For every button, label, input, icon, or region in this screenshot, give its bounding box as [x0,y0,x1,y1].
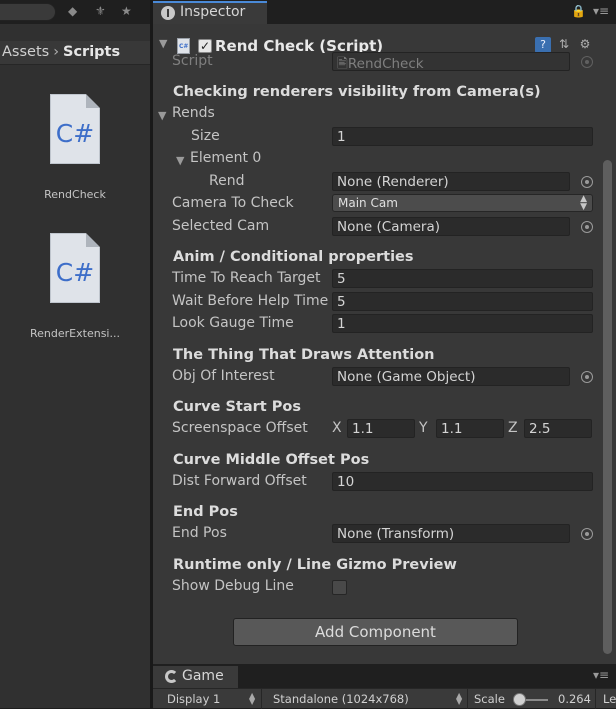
inspector-panel: ▼ C# ✓ Rend Check (Script) ? ⇅ ⚙ Script … [153,24,616,664]
show-debug-label: Show Debug Line [172,578,294,594]
y-axis-label[interactable]: Y [419,420,428,436]
rend-field[interactable]: None (Renderer) [332,172,570,191]
project-toolbar: ◆ ⚜ ★ [0,0,150,24]
object-picker-icon[interactable] [581,371,593,383]
element-0-label[interactable]: Element 0 [190,150,261,166]
section-header: The Thing That Draws Attention [173,347,435,363]
scale-slider-knob[interactable] [513,693,526,706]
offset-x-input[interactable]: 1.1 [347,419,415,438]
toolbar-divider [595,689,596,709]
rend-label: Rend [209,173,245,189]
resolution-dropdown[interactable]: Standalone (1024x768) [273,692,409,706]
dropdown-arrows-icon: ▲ ▼ [249,691,256,706]
offset-y-input[interactable]: 1.1 [436,419,504,438]
breadcrumb-assets[interactable]: Assets [2,44,49,60]
tab-inspector[interactable]: Inspector [153,1,267,24]
scale-value: 0.264 [558,692,591,706]
z-axis-label[interactable]: Z [508,420,518,436]
show-debug-checkbox[interactable] [332,580,347,595]
wait-before-help-label: Wait Before Help Time [172,293,329,309]
size-label: Size [191,128,220,144]
selected-cam-field[interactable]: None (Camera) [332,217,570,236]
component-enabled-checkbox[interactable]: ✓ [198,39,212,53]
file-item[interactable]: C# RendCheck [0,94,150,201]
script-field: 🖹RendCheck [332,52,570,71]
obj-of-interest-label: Obj Of Interest [172,368,275,384]
truncated-toolbar-item[interactable]: Le [603,692,616,706]
presets-icon[interactable]: ⇅ [556,37,572,53]
scale-label: Scale [474,692,505,706]
dropdown-arrows-icon: ▲ ▼ [456,691,463,706]
object-picker-icon[interactable] [581,528,593,540]
tab-game-label: Game [182,668,224,684]
filter-by-type-icon[interactable]: ◆ [68,4,77,18]
toolbar-divider [261,689,262,709]
info-icon [161,6,175,20]
favorite-star-icon[interactable]: ★ [121,4,132,18]
camera-to-check-label: Camera To Check [172,195,294,211]
file-name: RendCheck [44,188,106,201]
object-picker-icon[interactable] [581,221,593,233]
dropdown-arrows-icon: ▲ ▼ [580,194,587,212]
add-component-button[interactable]: Add Component [233,618,518,646]
section-header: Curve Start Pos [173,399,301,415]
project-search-input[interactable] [0,3,56,21]
x-axis-label[interactable]: X [332,420,342,436]
help-icon[interactable]: ? [535,37,551,53]
csharp-script-icon: C# [50,233,100,303]
game-tabbar: Game ▾≡ [153,664,616,688]
object-picker-icon [581,56,593,68]
chevron-right-icon: › [53,44,60,60]
section-header: End Pos [173,504,238,520]
lock-icon[interactable]: 🔒 [571,4,586,18]
section-header: Runtime only / Line Gizmo Preview [173,557,457,573]
toolbar-divider [467,689,468,709]
wait-before-help-input[interactable]: 5 [332,292,593,311]
object-picker-icon[interactable] [581,176,593,188]
dist-forward-input[interactable]: 10 [332,472,593,491]
file-item[interactable]: C# RenderExtensi... [0,233,150,340]
foldout-arrow-icon[interactable]: ▼ [158,109,166,122]
script-icon: C# [177,38,190,54]
size-input[interactable]: 1 [332,127,593,146]
display-dropdown[interactable]: Display 1 [167,692,220,706]
file-name: RenderExtensi... [30,327,120,340]
project-panel: ◆ ⚜ ★ Assets › Scripts C# RendCheck C# Ren… [0,0,150,708]
script-file-icon: 🖹 [337,56,348,71]
section-header: Checking renderers visibility from Camer… [173,84,541,100]
look-gauge-input[interactable]: 1 [332,314,593,333]
filter-by-label-icon[interactable]: ⚜ [95,4,106,18]
gear-icon[interactable]: ⚙ [577,37,593,53]
pacman-game-icon [165,670,178,683]
look-gauge-label: Look Gauge Time [172,315,294,331]
tab-menu-icon[interactable]: ▾≡ [593,4,609,18]
game-toolbar: Display 1 ▲ ▼ Standalone (1024x768) ▲ ▼ Sc… [153,688,616,709]
screenspace-offset-label: Screenspace Offset [172,420,308,436]
foldout-arrow-icon[interactable]: ▼ [176,154,184,167]
inspector-tabbar: Inspector 🔒 ▾≡ [153,0,616,24]
time-to-reach-label: Time To Reach Target [172,270,321,286]
tab-inspector-label: Inspector [180,4,246,20]
offset-z-input[interactable]: 2.5 [524,419,592,438]
section-header: Curve Middle Offset Pos [173,452,370,468]
selected-cam-label: Selected Cam [172,218,270,234]
tab-game[interactable]: Game [153,666,238,688]
dist-forward-label: Dist Forward Offset [172,473,307,489]
section-header: Anim / Conditional properties [173,249,414,265]
end-pos-field[interactable]: None (Transform) [332,524,570,543]
csharp-script-icon: C# [50,94,100,164]
time-to-reach-input[interactable]: 5 [332,269,593,288]
breadcrumb-scripts[interactable]: Scripts [63,44,120,60]
breadcrumb: Assets › Scripts [0,41,150,65]
camera-to-check-dropdown[interactable]: Main Cam ▲ ▼ [332,194,593,212]
rends-label[interactable]: Rends [172,105,215,121]
script-label: Script [172,53,213,69]
obj-of-interest-field[interactable]: None (Game Object) [332,367,570,386]
foldout-arrow-icon[interactable]: ▼ [159,37,167,50]
end-pos-label: End Pos [172,525,227,541]
tab-menu-icon[interactable]: ▾≡ [593,668,609,682]
scrollbar-thumb[interactable] [603,160,612,654]
